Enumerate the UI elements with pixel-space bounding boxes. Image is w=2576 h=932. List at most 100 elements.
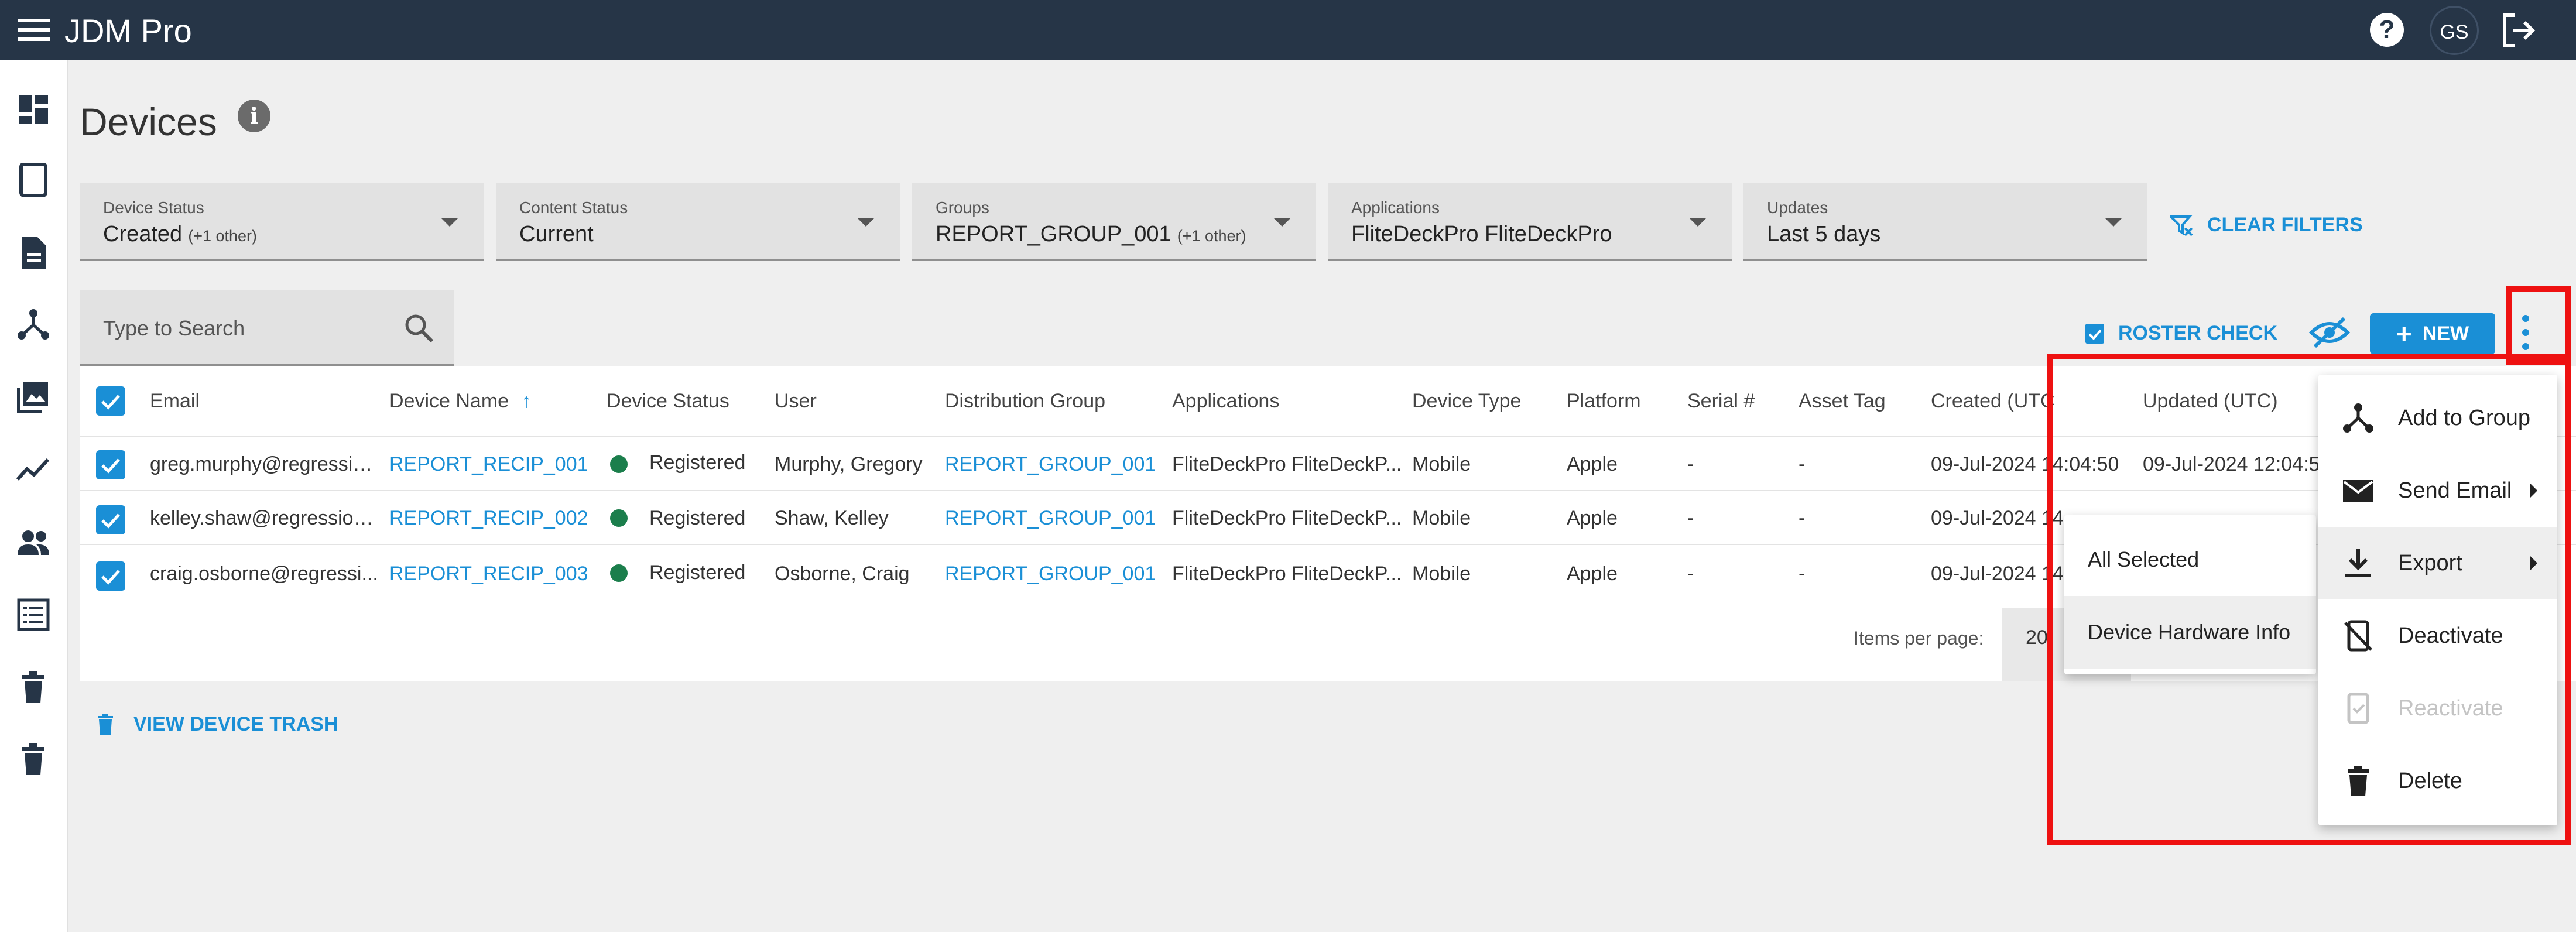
clear-filters-label: CLEAR FILTERS bbox=[2207, 213, 2363, 236]
trash-icon[interactable] bbox=[16, 742, 50, 776]
column-header-serial[interactable]: Serial # bbox=[1687, 390, 1755, 413]
filter-label: Groups bbox=[936, 198, 989, 217]
new-device-button[interactable]: + NEW bbox=[2370, 313, 2495, 354]
filter-value-text: Current bbox=[519, 222, 594, 246]
logout-icon[interactable] bbox=[2500, 12, 2537, 49]
column-header-asset-tag[interactable]: Asset Tag bbox=[1799, 390, 1886, 413]
user-cell: Murphy, Gregory bbox=[775, 453, 923, 475]
device-name-link[interactable]: REPORT_RECIP_001 bbox=[389, 453, 600, 476]
status-dot-icon bbox=[610, 455, 628, 473]
group-link[interactable]: REPORT_GROUP_001 bbox=[945, 507, 1156, 530]
column-header-device-type[interactable]: Device Type bbox=[1412, 390, 1521, 413]
page-size-value: 20 bbox=[2026, 626, 2048, 649]
column-header-platform[interactable]: Platform bbox=[1567, 390, 1641, 413]
status-dot-icon bbox=[610, 564, 628, 582]
platform-cell: Apple bbox=[1567, 563, 1618, 585]
search-icon[interactable] bbox=[403, 312, 436, 345]
filter-value-text: FliteDeckPro FliteDeckPro bbox=[1351, 222, 1612, 246]
applications-filter[interactable]: Applications FliteDeckPro FliteDeckPro bbox=[1328, 183, 1732, 261]
search-input[interactable]: Type to Search bbox=[80, 290, 454, 366]
group-link[interactable]: REPORT_GROUP_001 bbox=[945, 453, 1156, 476]
status-cell: Registered bbox=[649, 561, 746, 584]
checkmark-icon bbox=[101, 570, 120, 585]
serial-cell: - bbox=[1687, 507, 1694, 529]
created-cell: 09-Jul-2024 14 bbox=[1931, 563, 2064, 585]
dashboard-icon[interactable] bbox=[16, 92, 50, 126]
hamburger-menu-icon[interactable] bbox=[18, 16, 50, 43]
tablet-device-icon[interactable] bbox=[16, 163, 50, 197]
sidebar-nav bbox=[0, 60, 68, 932]
applications-cell: FliteDeckPro FliteDeckP... bbox=[1172, 507, 1402, 529]
column-header-device-name[interactable]: Device Name ↑ bbox=[389, 390, 532, 413]
row-checkbox[interactable] bbox=[96, 450, 125, 479]
user-cell: Shaw, Kelley bbox=[775, 507, 889, 529]
column-header-distribution-group[interactable]: Distribution Group bbox=[945, 390, 1105, 413]
asset-tag-cell: - bbox=[1799, 507, 1806, 529]
view-device-trash-link[interactable]: VIEW DEVICE TRASH bbox=[96, 708, 338, 740]
list-icon[interactable] bbox=[16, 598, 50, 632]
filter-label: Device Status bbox=[103, 198, 204, 217]
column-header-applications[interactable]: Applications bbox=[1172, 390, 1279, 413]
row-checkbox[interactable] bbox=[96, 561, 125, 591]
clipboard-check-icon bbox=[2085, 324, 2104, 344]
checkmark-icon bbox=[101, 395, 120, 410]
updates-filter[interactable]: Updates Last 5 days bbox=[1743, 183, 2147, 261]
platform-cell: Apple bbox=[1567, 453, 1618, 475]
select-all-checkbox[interactable] bbox=[96, 386, 125, 416]
created-cell: 09-Jul-2024 14 bbox=[1931, 507, 2064, 529]
hide-columns-eye-icon[interactable] bbox=[2309, 315, 2350, 350]
hierarchy-icon[interactable] bbox=[16, 307, 50, 341]
groups-filter[interactable]: Groups REPORT_GROUP_001 (+1 other) bbox=[912, 183, 1316, 261]
app-title[interactable]: JDM Pro bbox=[64, 12, 192, 50]
device-type-cell: Mobile bbox=[1412, 507, 1471, 529]
filter-label: Applications bbox=[1351, 198, 1440, 217]
checkmark-icon bbox=[101, 513, 120, 529]
users-icon[interactable] bbox=[16, 526, 50, 560]
content-status-filter[interactable]: Content Status Current bbox=[496, 183, 900, 261]
dropdown-caret-icon bbox=[858, 218, 874, 227]
device-type-cell: Mobile bbox=[1412, 563, 1471, 585]
help-icon[interactable]: ? bbox=[2370, 13, 2404, 47]
column-header-device-status[interactable]: Device Status bbox=[607, 390, 729, 413]
info-icon[interactable]: i bbox=[238, 100, 270, 132]
media-library-icon[interactable] bbox=[16, 380, 50, 414]
filter-value: FliteDeckPro FliteDeckPro bbox=[1351, 222, 1612, 247]
user-cell: Osborne, Craig bbox=[775, 563, 910, 585]
checkmark-icon bbox=[101, 458, 120, 474]
dropdown-caret-icon bbox=[441, 218, 458, 227]
trash-icon bbox=[98, 714, 113, 735]
user-avatar[interactable]: GS bbox=[2430, 6, 2479, 55]
filter-value-text: Created bbox=[103, 222, 183, 246]
column-header-email[interactable]: Email bbox=[150, 390, 200, 413]
roster-check-button[interactable]: ROSTER CHECK bbox=[2084, 318, 2277, 348]
sort-ascending-icon: ↑ bbox=[521, 390, 532, 412]
analytics-icon[interactable] bbox=[16, 453, 50, 486]
email-cell: greg.murphy@regressio... bbox=[150, 453, 379, 475]
serial-cell: - bbox=[1687, 453, 1694, 475]
column-header-user[interactable]: User bbox=[775, 390, 817, 413]
dropdown-caret-icon bbox=[1274, 218, 1290, 227]
filter-note: (+1 other) bbox=[188, 227, 258, 245]
status-cell: Registered bbox=[649, 451, 746, 474]
filter-value: Last 5 days bbox=[1767, 222, 1880, 247]
row-checkbox[interactable] bbox=[96, 505, 125, 534]
device-name-link[interactable]: REPORT_RECIP_003 bbox=[389, 563, 600, 585]
top-app-bar: JDM Pro ? GS bbox=[0, 0, 2576, 60]
status-dot-icon bbox=[610, 509, 628, 527]
serial-cell: - bbox=[1687, 563, 1694, 585]
applications-cell: FliteDeckPro FliteDeckP... bbox=[1172, 453, 1402, 475]
device-type-cell: Mobile bbox=[1412, 453, 1471, 475]
new-button-label: NEW bbox=[2422, 322, 2469, 345]
status-cell: Registered bbox=[649, 507, 746, 529]
dropdown-caret-icon bbox=[1690, 218, 1706, 227]
column-header-created[interactable]: Created (UTC bbox=[1931, 390, 2055, 413]
items-per-page-label: Items per page: bbox=[1854, 628, 1984, 649]
page-title: Devices bbox=[80, 100, 217, 143]
clear-filters-button[interactable]: CLEAR FILTERS bbox=[2170, 207, 2363, 242]
device-status-filter[interactable]: Device Status Created (+1 other) bbox=[80, 183, 484, 261]
platform-cell: Apple bbox=[1567, 507, 1618, 529]
document-icon[interactable] bbox=[16, 236, 50, 270]
device-name-link[interactable]: REPORT_RECIP_002 bbox=[389, 507, 600, 530]
trash-icon[interactable] bbox=[16, 670, 50, 704]
group-link[interactable]: REPORT_GROUP_001 bbox=[945, 563, 1156, 585]
